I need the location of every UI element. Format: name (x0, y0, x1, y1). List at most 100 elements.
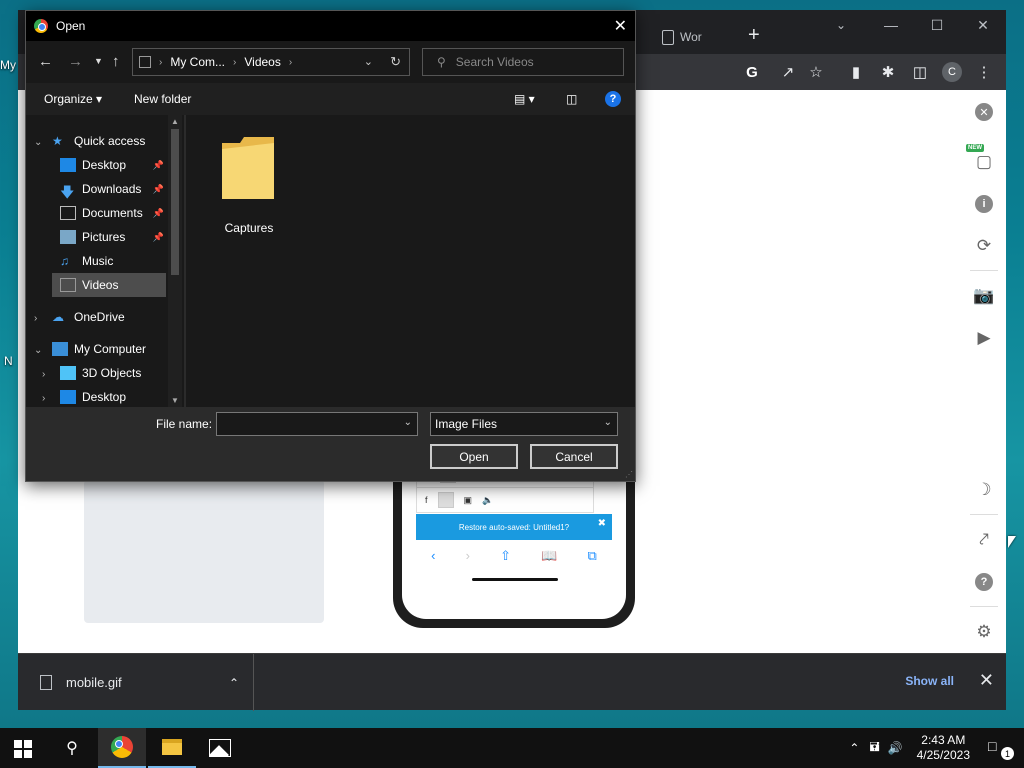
google-icon[interactable]: G (742, 62, 762, 82)
help-icon[interactable]: ? (972, 570, 996, 594)
expand-arrow-icon[interactable]: › (34, 313, 37, 324)
download-item[interactable]: mobile.gif ⌃ (18, 654, 254, 711)
close-icon[interactable]: ✕ (979, 670, 994, 691)
speaker-icon: 🔈 (482, 494, 494, 505)
menu-kebab-icon[interactable]: ⋮ (974, 62, 994, 82)
home-indicator (472, 578, 558, 581)
expand-arrow-icon[interactable]: › (42, 369, 45, 380)
nav-videos[interactable]: Videos (52, 273, 166, 297)
devices-icon[interactable]: ▢ (972, 150, 996, 174)
new-tab-button[interactable]: + (748, 24, 760, 47)
back-arrow-icon[interactable]: ← (38, 53, 53, 70)
chevron-up-icon[interactable]: ⌃ (229, 676, 239, 690)
profile-avatar[interactable]: C (942, 62, 962, 82)
nav-my-computer[interactable]: My Computer (52, 337, 184, 361)
organize-menu[interactable]: Organize ▾ (44, 92, 102, 106)
nav-onedrive[interactable]: ☁ OneDrive (52, 305, 184, 329)
nav-documents[interactable]: Documents 📌 (60, 201, 166, 225)
settings-gear-icon[interactable]: ⚙ (972, 620, 996, 644)
maximize-button[interactable]: ☐ (914, 10, 960, 40)
list-item: f ▣ 🔈 (416, 487, 594, 513)
open-button[interactable]: Open (430, 444, 518, 469)
nav-quick-access[interactable]: ★ Quick access (52, 129, 184, 153)
video-camera-icon[interactable]: ▶ (972, 326, 996, 350)
nav-3d-objects[interactable]: 3D Objects (60, 361, 184, 385)
tab-title: Wor (680, 30, 702, 44)
dialog-footer: File name: ⌄ Image Files ⌄ Open Cancel ⋰ (26, 407, 635, 481)
file-type-select[interactable]: Image Files ⌄ (430, 412, 618, 436)
extension-app-icon[interactable]: ▮ (846, 62, 866, 82)
phone-screen: e▣🔈 f▣🔈 Restore auto-saved: Untitled1?✖ … (402, 460, 626, 619)
browser-tab[interactable]: Wor (658, 20, 738, 54)
view-options-icon[interactable]: ▤ ▾ (514, 92, 535, 106)
search-input[interactable]: ⚲ Search Videos (422, 48, 624, 76)
desktop-icon-label[interactable]: N (4, 354, 13, 368)
extensions-puzzle-icon[interactable]: ✱ (878, 62, 898, 82)
cancel-button[interactable]: Cancel (530, 444, 618, 469)
chevron-down-icon[interactable]: ⌄ (364, 55, 373, 68)
image-icon: ▣ (463, 494, 473, 505)
bookmark-star-icon[interactable]: ☆ (806, 62, 826, 82)
info-icon[interactable]: i (972, 192, 996, 216)
clock[interactable]: 2:43 AM 4/25/2023 (917, 733, 970, 763)
open-file-dialog: Open ✕ ← → ▼ ↑ › My Com... › Videos › ⌄ … (25, 10, 636, 482)
file-name-label: File name: (156, 417, 213, 431)
new-folder-button[interactable]: New folder (134, 92, 191, 106)
desktop-icon-label[interactable]: My (0, 58, 16, 72)
forward-arrow-icon[interactable]: → (68, 53, 83, 70)
pin-icon: 📌 (152, 159, 164, 170)
search-icon[interactable]: ⚲ (48, 728, 96, 768)
breadcrumb-my-computer[interactable]: My Com... (170, 55, 225, 69)
nav-scrollbar[interactable]: ▲ ▼ (168, 115, 182, 407)
pin-icon: 📌 (152, 231, 164, 242)
rotate-icon[interactable]: ⟳ (972, 234, 996, 258)
tab-search-icon[interactable]: ⌄ (836, 18, 846, 32)
nav-music[interactable]: ♫ Music (60, 249, 166, 273)
chevron-down-icon[interactable]: ⌄ (404, 417, 412, 428)
dark-mode-moon-icon[interactable]: ☽ (972, 478, 996, 502)
scrollbar-thumb[interactable] (171, 129, 179, 275)
close-circle-icon[interactable]: ✕ (972, 100, 996, 124)
cloud-icon: ☁ (52, 310, 64, 324)
share-icon[interactable]: ⤤ (972, 528, 996, 552)
windows-start-icon[interactable] (14, 740, 32, 758)
show-all-link[interactable]: Show all (905, 674, 954, 688)
refresh-icon[interactable]: ↻ (390, 54, 401, 70)
notification-icon[interactable]: □ 1 (988, 738, 1014, 760)
chrome-taskbar-button[interactable] (98, 728, 146, 768)
chevron-up-icon[interactable]: ⌃ (849, 741, 859, 755)
share-icon[interactable]: ↗ (778, 62, 798, 82)
help-icon[interactable]: ? (605, 91, 621, 107)
dialog-title: Open (56, 19, 86, 33)
up-arrow-icon[interactable]: ↑ (112, 53, 120, 70)
preview-pane-icon[interactable]: ◫ (566, 92, 577, 106)
breadcrumb-videos[interactable]: Videos (244, 55, 280, 69)
photos-taskbar-button[interactable] (196, 728, 244, 768)
nav-desktop-computer[interactable]: Desktop (60, 385, 184, 407)
volume-icon[interactable]: 🔊 (888, 741, 903, 755)
nav-desktop[interactable]: Desktop 📌 (60, 153, 166, 177)
resize-grip-icon[interactable]: ⋰ (625, 470, 633, 479)
expand-arrow-icon[interactable]: ⌄ (34, 137, 42, 148)
camera-icon[interactable]: 📷 (972, 284, 996, 308)
nav-pictures[interactable]: Pictures 📌 (60, 225, 166, 249)
close-icon[interactable]: ✕ (614, 16, 627, 36)
side-panel-icon[interactable]: ◫ (910, 62, 930, 82)
folder-icon (222, 137, 274, 199)
file-icon (40, 675, 52, 690)
chevron-down-icon[interactable]: ▼ (94, 56, 103, 66)
nav-downloads[interactable]: 🡇 Downloads 📌 (60, 177, 166, 201)
star-icon: ★ (52, 134, 63, 148)
minimize-button[interactable]: — (868, 10, 914, 40)
expand-arrow-icon[interactable]: ⌄ (34, 345, 42, 356)
expand-arrow-icon[interactable]: › (42, 393, 45, 404)
address-bar[interactable]: › My Com... › Videos › ⌄ ↻ (132, 48, 410, 76)
mouse-cursor (1008, 536, 1016, 548)
restore-toast[interactable]: Restore auto-saved: Untitled1? ✖ (416, 514, 612, 540)
close-window-button[interactable]: ✕ (960, 10, 1006, 40)
file-name-field[interactable]: ⌄ (216, 412, 418, 436)
chevron-down-icon[interactable]: ⌄ (604, 417, 612, 428)
file-explorer-taskbar-button[interactable] (148, 728, 196, 768)
chrome-logo-icon (111, 736, 133, 758)
network-icon[interactable]: 🖬 (869, 738, 879, 759)
